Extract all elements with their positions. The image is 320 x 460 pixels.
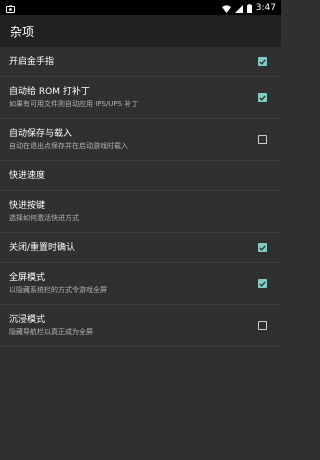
- app-bar: 杂项: [0, 15, 281, 47]
- setting-title: 自动保存与载入: [9, 129, 73, 139]
- setting-summary: 以隐藏系统栏的方式令游戏全屏: [9, 286, 107, 294]
- setting-auto-save-load[interactable]: 自动保存与载入 自动在退出点保存并在启动游戏时载入: [0, 119, 281, 161]
- checkbox-checked[interactable]: [258, 279, 267, 288]
- setting-summary: 自动在退出点保存并在启动游戏时载入: [9, 142, 128, 150]
- setting-title: 自动给 ROM 打补丁: [9, 87, 90, 97]
- checkbox-checked[interactable]: [258, 243, 267, 252]
- cell-signal-icon: [234, 0, 243, 17]
- setting-title: 快进按键: [9, 201, 46, 211]
- wifi-icon: [221, 0, 231, 17]
- settings-list: 开启金手指 自动给 ROM 打补丁 如果有可用文件则自动应用 IPS/UPS 补…: [0, 47, 281, 347]
- setting-summary: 隐藏导航栏以真正成为全屏: [9, 328, 93, 336]
- setting-summary: 选择如何激活快进方式: [9, 214, 79, 222]
- setting-summary: 如果有可用文件则自动应用 IPS/UPS 补丁: [9, 100, 139, 108]
- setting-auto-patch-rom[interactable]: 自动给 ROM 打补丁 如果有可用文件则自动应用 IPS/UPS 补丁: [0, 77, 281, 119]
- checkbox-checked[interactable]: [258, 93, 267, 102]
- status-bar: 3:47: [0, 0, 281, 15]
- setting-fast-forward-key[interactable]: 快进按键 选择如何激活快进方式: [0, 191, 281, 233]
- setting-fast-forward-speed[interactable]: 快进速度: [0, 161, 281, 191]
- setting-confirm-close-reset[interactable]: 关闭/重置时确认: [0, 233, 281, 263]
- setting-title: 沉浸模式: [9, 315, 46, 325]
- checkbox-unchecked[interactable]: [258, 135, 267, 144]
- setting-enable-cheats[interactable]: 开启金手指: [0, 47, 281, 77]
- setting-fullscreen-mode[interactable]: 全屏模式 以隐藏系统栏的方式令游戏全屏: [0, 263, 281, 305]
- status-time: 3:47: [255, 2, 276, 13]
- setting-title: 快进速度: [9, 170, 46, 181]
- checkbox-unchecked[interactable]: [258, 321, 267, 330]
- setting-title: 关闭/重置时确认: [9, 242, 76, 253]
- screenshot-notification-icon: [6, 0, 15, 17]
- setting-title: 全屏模式: [9, 273, 46, 283]
- setting-title: 开启金手指: [9, 56, 55, 67]
- setting-immersive-mode[interactable]: 沉浸模式 隐藏导航栏以真正成为全屏: [0, 305, 281, 347]
- battery-icon: [246, 0, 252, 17]
- page-title: 杂项: [10, 24, 35, 39]
- checkbox-checked[interactable]: [258, 57, 267, 66]
